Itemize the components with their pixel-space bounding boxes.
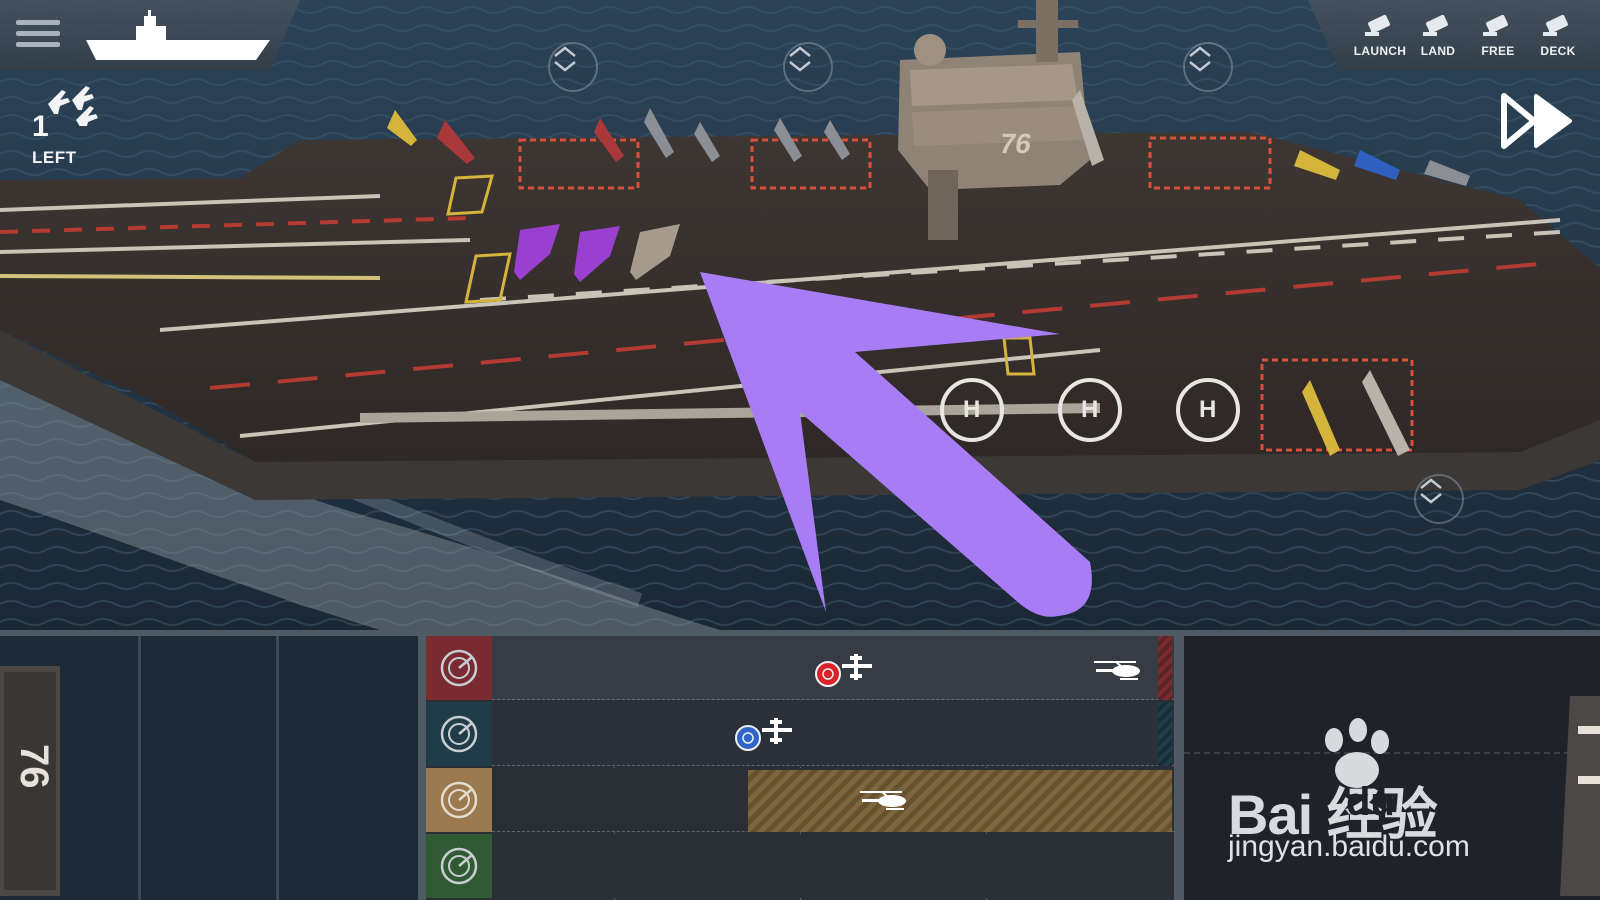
up-down-arrows-icon bbox=[554, 46, 576, 72]
hull-number-thumbnail: 76 bbox=[12, 744, 56, 789]
camera-icon bbox=[1365, 14, 1390, 36]
helipad-marker: H bbox=[963, 396, 981, 423]
baidu-jingyan-watermark: Bai 经验 du jingyan.baidu.com bbox=[1228, 718, 1558, 878]
camera-icon bbox=[1423, 14, 1448, 36]
helicopter-icon bbox=[860, 791, 906, 810]
carrier-deck-view[interactable]: 76 H H H bbox=[0, 0, 1600, 630]
lane-teal bbox=[426, 702, 1174, 766]
up-down-arrows-icon bbox=[1420, 478, 1442, 504]
aircraft-left-count: 1 bbox=[32, 110, 49, 143]
lane-red-radar-button[interactable] bbox=[426, 636, 492, 700]
lane-tan-radar-button[interactable] bbox=[426, 768, 492, 832]
aircraft-left-label: LEFT bbox=[32, 148, 77, 167]
aircraft-remaining-counter: 1 LEFT bbox=[30, 80, 110, 170]
helicopter-unit[interactable] bbox=[858, 788, 918, 816]
jet-squadron-icon bbox=[48, 86, 98, 126]
radar-icon bbox=[440, 847, 478, 885]
scroll-arrow-button[interactable] bbox=[1414, 474, 1464, 524]
top-left-hud bbox=[0, 0, 300, 70]
jet-unit[interactable] bbox=[814, 648, 880, 692]
radar-icon bbox=[440, 649, 478, 687]
camera-launch-label: LAUNCH bbox=[1353, 44, 1407, 58]
carrier-edge-thumbnail bbox=[1560, 696, 1600, 896]
up-down-arrows-icon bbox=[789, 46, 811, 72]
up-down-arrows-icon bbox=[1189, 46, 1211, 72]
aircraft-carrier-icon bbox=[86, 10, 270, 60]
hangar-panel: 76 bbox=[0, 636, 418, 900]
helicopter-icon bbox=[1094, 661, 1140, 680]
lane-green-radar-button[interactable] bbox=[426, 834, 492, 898]
game-screen: 76 H H H 1 LEFT LAUNCH LAND FREE DECK 76… bbox=[0, 0, 1600, 900]
scheduled-block bbox=[748, 770, 1172, 832]
fast-forward-icon bbox=[1501, 93, 1572, 149]
camera-deck-label: DECK bbox=[1540, 44, 1576, 58]
camera-icon bbox=[1543, 14, 1568, 36]
scroll-arrow-button[interactable] bbox=[548, 42, 598, 92]
watermark-url: jingyan.baidu.com bbox=[1228, 830, 1470, 863]
camera-free-button[interactable]: FREE bbox=[1468, 14, 1528, 64]
helipad-marker: H bbox=[1199, 396, 1217, 423]
lane-red bbox=[426, 636, 1174, 700]
radar-icon bbox=[440, 781, 478, 819]
helicopter-unit[interactable] bbox=[1092, 658, 1152, 686]
jet-unit[interactable] bbox=[734, 712, 800, 756]
camera-mode-bar: LAUNCH LAND FREE DECK bbox=[1308, 0, 1600, 70]
fast-forward-button[interactable] bbox=[1500, 92, 1578, 150]
helipad-marker: H bbox=[1081, 396, 1099, 423]
lane-teal-radar-button[interactable] bbox=[426, 702, 492, 766]
ocean-and-carrier bbox=[0, 0, 1600, 630]
scroll-arrow-button[interactable] bbox=[783, 42, 833, 92]
camera-icon bbox=[1483, 14, 1508, 36]
hamburger-menu-button[interactable] bbox=[16, 20, 60, 54]
camera-land-label: LAND bbox=[1420, 44, 1456, 58]
watermark-brand-du: du bbox=[1346, 780, 1395, 824]
camera-land-button[interactable]: LAND bbox=[1408, 14, 1468, 64]
hamburger-menu-icon bbox=[16, 20, 60, 25]
camera-free-label: FREE bbox=[1481, 44, 1515, 58]
camera-launch-button[interactable]: LAUNCH bbox=[1350, 14, 1410, 64]
scroll-arrow-button[interactable] bbox=[1183, 42, 1233, 92]
radar-icon bbox=[440, 715, 478, 753]
flight-schedule-lanes bbox=[426, 636, 1174, 900]
lane-green bbox=[426, 834, 1174, 898]
hull-number: 76 bbox=[997, 128, 1034, 159]
camera-deck-button[interactable]: DECK bbox=[1528, 14, 1588, 64]
lane-tan bbox=[426, 768, 1174, 832]
